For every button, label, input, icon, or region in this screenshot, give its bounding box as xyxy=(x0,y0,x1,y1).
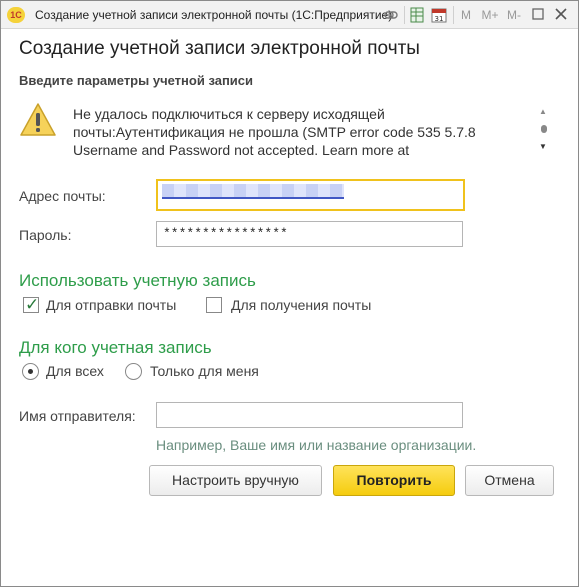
retry-button[interactable]: Повторить xyxy=(333,465,455,496)
for-sending-label[interactable]: Для отправки почты xyxy=(46,297,176,313)
toolbar-separator xyxy=(404,6,405,24)
for-whom-title: Для кого учетная запись xyxy=(19,338,212,357)
spreadsheet-icon[interactable] xyxy=(409,7,425,23)
app-logo: 1С xyxy=(7,7,25,23)
email-label: Адрес почты: xyxy=(19,188,106,204)
radio-selected-dot xyxy=(28,369,33,374)
memory-m-icon[interactable]: M xyxy=(459,7,473,23)
password-field[interactable]: **************** xyxy=(156,221,463,247)
title-bar: 1С Создание учетной записи электронной п… xyxy=(1,1,578,29)
scroll-down-arrow[interactable]: ▼ xyxy=(539,142,547,151)
cancel-button[interactable]: Отмена xyxy=(465,465,554,496)
sender-name-hint: Например, Ваше имя или название организа… xyxy=(156,437,477,453)
password-label: Пароль: xyxy=(19,227,72,243)
error-message: Не удалось подключиться к серверу исходя… xyxy=(73,106,476,158)
memory-plus-icon[interactable]: M+ xyxy=(479,7,501,23)
for-sending-checkbox[interactable]: ✓ xyxy=(23,295,40,314)
manual-setup-button[interactable]: Настроить вручную xyxy=(149,465,322,496)
for-receiving-label[interactable]: Для получения почты xyxy=(231,297,371,313)
for-all-label[interactable]: Для всех xyxy=(46,363,104,379)
dialog-window: 1С Создание учетной записи электронной п… xyxy=(0,0,579,587)
sender-name-field[interactable] xyxy=(156,402,463,428)
restore-window-icon[interactable] xyxy=(531,7,545,23)
link-icon[interactable] xyxy=(383,7,399,23)
email-field[interactable] xyxy=(156,179,465,211)
use-account-title: Использовать учетную запись xyxy=(19,271,256,290)
svg-text:31: 31 xyxy=(435,15,444,23)
sender-name-label: Имя отправителя: xyxy=(19,408,136,424)
close-icon[interactable] xyxy=(554,7,568,23)
scrollbar-thumb[interactable] xyxy=(541,125,547,133)
checkmark-icon: ✓ xyxy=(25,295,40,314)
only-me-radio[interactable] xyxy=(125,363,142,380)
for-receiving-checkbox[interactable] xyxy=(206,297,222,313)
scroll-up-arrow[interactable]: ▲ xyxy=(539,107,547,116)
dialog-title: Создание учетной записи электронной почт… xyxy=(19,38,420,59)
email-value-redacted xyxy=(162,184,344,199)
calendar-icon[interactable]: 31 xyxy=(431,7,447,23)
window-title: Создание учетной записи электронной почт… xyxy=(35,8,393,22)
toolbar-separator xyxy=(453,6,454,24)
for-all-radio[interactable] xyxy=(22,363,39,380)
warning-icon xyxy=(19,102,57,138)
section-subtitle: Введите параметры учетной записи xyxy=(19,73,254,88)
only-me-label[interactable]: Только для меня xyxy=(150,363,259,379)
memory-minus-icon[interactable]: M- xyxy=(505,7,523,23)
